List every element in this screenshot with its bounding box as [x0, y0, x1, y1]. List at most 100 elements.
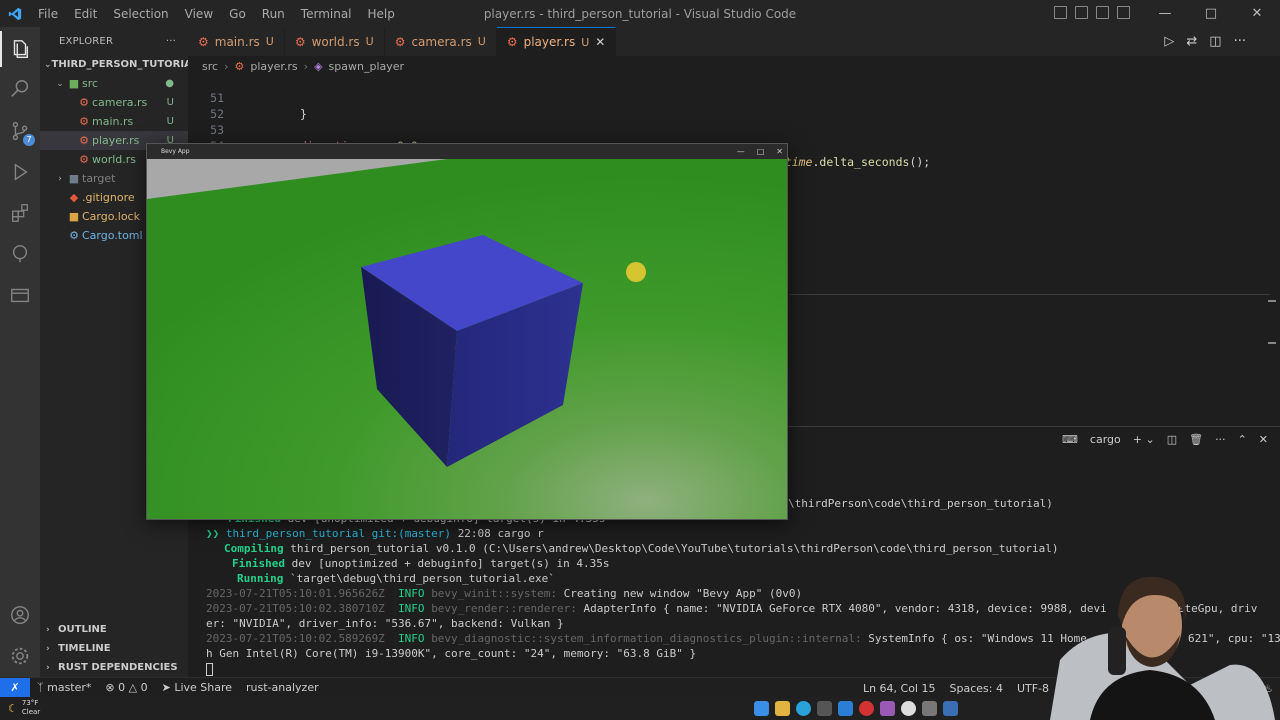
menu-selection[interactable]: Selection: [105, 7, 176, 21]
indentation[interactable]: Spaces: 4: [943, 682, 1010, 695]
breadcrumb-file[interactable]: player.rs: [250, 60, 297, 73]
minimize-icon[interactable]: —: [1142, 0, 1188, 27]
close-panel-icon[interactable]: ✕: [1259, 433, 1268, 446]
menu-run[interactable]: Run: [254, 7, 293, 21]
bevy-app-window[interactable]: Bevy App — □ ✕: [146, 143, 788, 520]
maximize-panel-icon[interactable]: ⌃: [1238, 433, 1247, 446]
split-terminal-icon[interactable]: ◫: [1167, 433, 1177, 446]
app-icon[interactable]: [922, 701, 937, 716]
edge-icon[interactable]: [796, 701, 811, 716]
log-module: bevy_render::renderer:: [431, 602, 577, 615]
bevy-maximize-icon[interactable]: □: [757, 144, 765, 159]
terminal-line: ❯❯ third_person_tutorial git:(master) 22…: [206, 526, 544, 541]
rust-file-icon: ⚙: [294, 34, 306, 49]
menu-bar: File Edit Selection View Go Run Terminal…: [30, 7, 403, 21]
menu-file[interactable]: File: [30, 7, 66, 21]
log-level: INFO: [398, 602, 425, 615]
microphone-icon: [1108, 627, 1126, 675]
recorder-icon[interactable]: [859, 701, 874, 716]
menu-go[interactable]: Go: [221, 7, 254, 21]
project-root[interactable]: ⌄ THIRD_PERSON_TUTORIAL: [40, 55, 198, 74]
toggle-sidebar-icon[interactable]: [1054, 6, 1067, 19]
problems-indicator[interactable]: ⊗ 0 △ 0: [98, 681, 154, 694]
tree-label: src: [82, 77, 99, 90]
app-icon[interactable]: [901, 701, 916, 716]
terminal-line: 2023-07-21T05:10:02.380710Z INFO bevy_re…: [206, 601, 1107, 616]
weather-widget[interactable]: ☾ 73°F Clear: [8, 699, 40, 717]
terminal-shell-label[interactable]: cargo: [1090, 433, 1121, 446]
more-actions-icon[interactable]: ···: [1234, 34, 1246, 49]
run-icon[interactable]: ▷: [1164, 34, 1174, 49]
bevy-window-title: Bevy App: [161, 148, 190, 155]
menu-terminal[interactable]: Terminal: [293, 7, 360, 21]
tab-main[interactable]: ⚙ main.rs U: [188, 27, 285, 56]
toggle-secondary-sidebar-icon[interactable]: [1096, 6, 1109, 19]
menu-edit[interactable]: Edit: [66, 7, 105, 21]
more-actions-icon[interactable]: ···: [166, 36, 176, 47]
outline-section[interactable]: › OUTLINE: [40, 620, 188, 639]
tab-world[interactable]: ⚙ world.rs U: [285, 27, 385, 56]
log-message: AdapterInfo { name: "NVIDIA GeForce RTX …: [583, 602, 1107, 615]
run-debug-icon[interactable]: [8, 160, 32, 184]
rust-analyzer-status[interactable]: rust-analyzer: [239, 681, 326, 694]
breadcrumb-symbol[interactable]: spawn_player: [329, 60, 405, 73]
bevy-minimize-icon[interactable]: —: [737, 144, 745, 159]
remote-indicator-icon[interactable]: ✗: [0, 677, 30, 698]
windows-start-icon[interactable]: [754, 701, 769, 716]
new-terminal-icon[interactable]: + ⌄: [1133, 433, 1155, 446]
weather-condition: Clear: [21, 708, 41, 716]
file-explorer-icon[interactable]: [775, 701, 790, 716]
breadcrumb-folder[interactable]: src: [202, 60, 218, 73]
project-name: THIRD_PERSON_TUTORIAL: [51, 59, 199, 70]
tab-close-icon[interactable]: ✕: [595, 35, 605, 49]
close-icon[interactable]: ✕: [1234, 0, 1280, 27]
terminal-cursor-line[interactable]: [206, 661, 213, 676]
split-editor-icon[interactable]: ◫: [1209, 34, 1221, 49]
warning-count: 0: [140, 681, 148, 694]
tree-file-main[interactable]: ⚙ main.rs U: [40, 112, 188, 131]
git-file-icon: ◆: [69, 191, 79, 204]
current-line-highlight: [790, 294, 1270, 295]
live-share-button[interactable]: ➤ Live Share: [155, 681, 239, 694]
rust-file-icon: ⚙: [79, 134, 89, 147]
more-actions-icon[interactable]: ···: [1215, 433, 1226, 446]
menu-help[interactable]: Help: [360, 7, 403, 21]
rust-dependencies-section[interactable]: › RUST DEPENDENCIES: [40, 658, 188, 677]
cursor-position[interactable]: Ln 64, Col 15: [856, 682, 943, 695]
tab-player[interactable]: ⚙ player.rs U ✕: [496, 27, 617, 56]
tree-label: Cargo.toml: [82, 229, 143, 242]
bevy-taskbar-icon[interactable]: [943, 701, 958, 716]
trash-icon[interactable]: 🗑: [1189, 433, 1203, 446]
terminal-toolbar: ⌨ cargo + ⌄ ◫ 🗑 ··· ⌃ ✕: [1062, 427, 1280, 451]
search-icon[interactable]: [8, 77, 32, 101]
tree-file-camera[interactable]: ⚙ camera.rs U: [40, 93, 188, 112]
timeline-section[interactable]: › TIMELINE: [40, 639, 188, 658]
vscode-taskbar-icon[interactable]: [838, 701, 853, 716]
bevy-title-bar[interactable]: Bevy App — □ ✕: [147, 144, 787, 159]
compare-icon[interactable]: ⇄: [1186, 34, 1197, 49]
tab-camera[interactable]: ⚙ camera.rs U: [385, 27, 497, 56]
source-control-icon[interactable]: 7: [8, 119, 35, 146]
explorer-icon[interactable]: [0, 31, 32, 67]
error-count: 0: [118, 681, 126, 694]
terminal-line: Running `target\debug\third_person_tutor…: [237, 571, 555, 586]
game-viewport[interactable]: [147, 159, 787, 519]
testing-icon[interactable]: [8, 242, 32, 266]
remote-explorer-icon[interactable]: [8, 283, 32, 307]
toggle-panel-icon[interactable]: [1075, 6, 1088, 19]
code-text: }: [300, 107, 307, 121]
tree-folder-src[interactable]: ⌄ ■ src ●: [40, 74, 188, 93]
store-icon[interactable]: [817, 701, 832, 716]
extensions-icon[interactable]: [8, 201, 32, 225]
scrollbar-marker: [1268, 300, 1276, 302]
rust-file-icon: ⚙: [506, 35, 518, 49]
menu-view[interactable]: View: [177, 7, 221, 21]
accounts-icon[interactable]: [8, 603, 32, 627]
maximize-icon[interactable]: □: [1188, 0, 1234, 27]
bevy-close-icon[interactable]: ✕: [776, 144, 783, 159]
git-branch[interactable]: ᛉ master*: [30, 681, 98, 694]
code-line: 51 }: [188, 74, 307, 121]
app-icon[interactable]: [880, 701, 895, 716]
customize-layout-icon[interactable]: [1117, 6, 1130, 19]
settings-gear-icon[interactable]: [8, 644, 32, 668]
